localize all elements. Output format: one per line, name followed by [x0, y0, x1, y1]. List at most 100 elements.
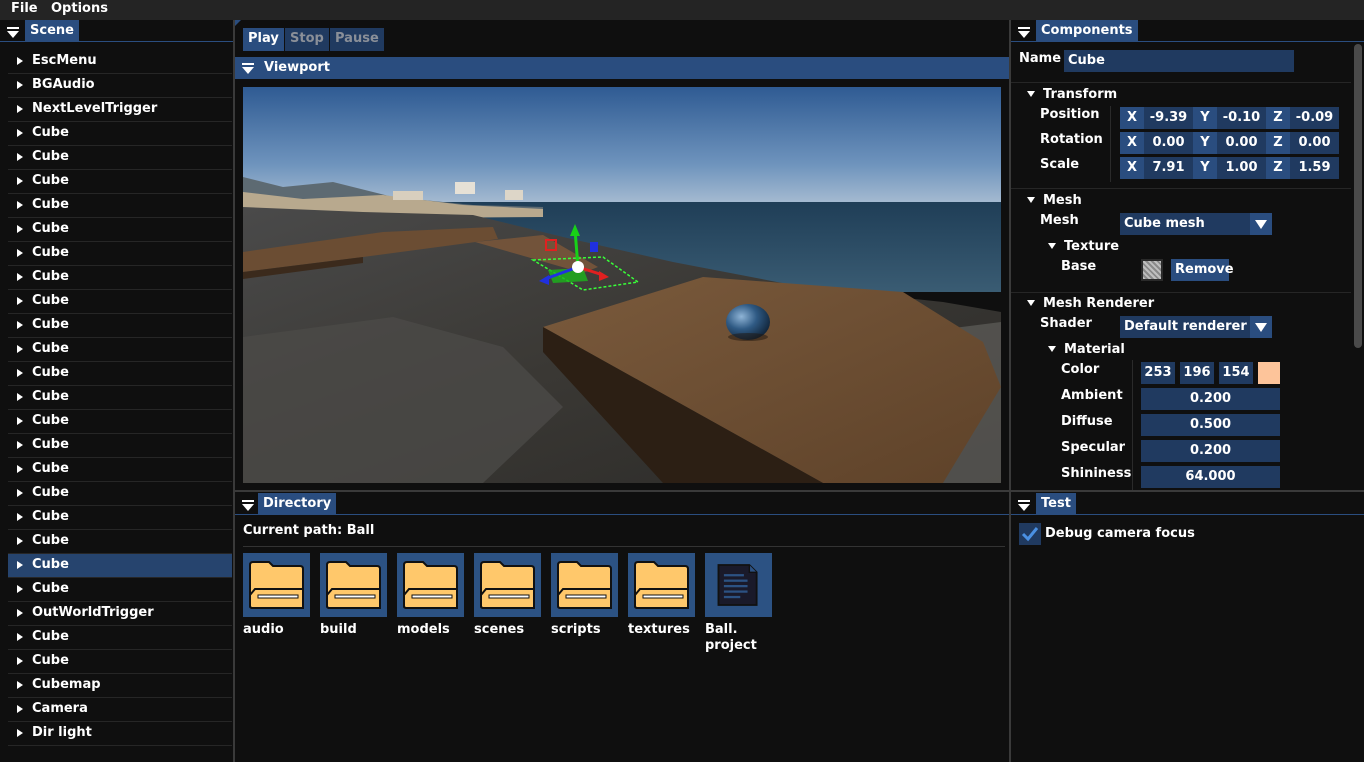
scene-item[interactable]: Dir light: [8, 722, 232, 746]
scale-x-input[interactable]: 7.91: [1144, 157, 1193, 179]
chevron-right-icon[interactable]: [17, 129, 23, 137]
scene-item[interactable]: Cube: [8, 434, 232, 458]
shininess-input[interactable]: 64.000: [1141, 466, 1280, 488]
chevron-right-icon[interactable]: [17, 609, 23, 617]
mesh-select[interactable]: Cube mesh: [1120, 213, 1250, 235]
chevron-right-icon[interactable]: [17, 369, 23, 377]
chevron-right-icon[interactable]: [17, 465, 23, 473]
chevron-right-icon[interactable]: [17, 177, 23, 185]
scene-item[interactable]: OutWorldTrigger: [8, 602, 232, 626]
chevron-right-icon[interactable]: [17, 225, 23, 233]
scene-item[interactable]: Camera: [8, 698, 232, 722]
position-z-input[interactable]: -0.09: [1290, 107, 1339, 129]
scene-item[interactable]: Cube: [8, 314, 232, 338]
collapse-icon[interactable]: [242, 504, 254, 511]
chevron-down-icon[interactable]: [1250, 213, 1272, 235]
folder-item[interactable]: [474, 553, 541, 617]
scene-item[interactable]: Cube: [8, 122, 232, 146]
scene-item[interactable]: Cube: [8, 218, 232, 242]
chevron-right-icon[interactable]: [17, 81, 23, 89]
rotation-z-input[interactable]: 0.00: [1290, 132, 1339, 154]
chevron-right-icon[interactable]: [17, 585, 23, 593]
texture-thumbnail[interactable]: [1141, 259, 1163, 281]
scene-item[interactable]: Cube: [8, 242, 232, 266]
folder-item[interactable]: [628, 553, 695, 617]
viewport-render[interactable]: [243, 87, 1001, 483]
ambient-input[interactable]: 0.200: [1141, 388, 1280, 410]
expand-icon[interactable]: [1048, 346, 1056, 352]
scene-item[interactable]: Cube: [8, 170, 232, 194]
scene-item[interactable]: NextLevelTrigger: [8, 98, 232, 122]
scale-z-input[interactable]: 1.59: [1290, 157, 1339, 179]
position-x-input[interactable]: -9.39: [1144, 107, 1193, 129]
chevron-right-icon[interactable]: [17, 657, 23, 665]
chevron-down-icon[interactable]: [1250, 316, 1272, 338]
chevron-right-icon[interactable]: [17, 297, 23, 305]
scene-item[interactable]: Cube: [8, 506, 232, 530]
chevron-right-icon[interactable]: [17, 441, 23, 449]
scene-item[interactable]: EscMenu: [8, 50, 232, 74]
expand-icon[interactable]: [1027, 197, 1035, 203]
debug-camera-checkbox[interactable]: [1019, 523, 1041, 545]
scene-item[interactable]: Cube: [8, 458, 232, 482]
chevron-right-icon[interactable]: [17, 345, 23, 353]
scale-y-input[interactable]: 1.00: [1217, 157, 1266, 179]
scene-item[interactable]: Cube: [8, 386, 232, 410]
scene-item[interactable]: BGAudio: [8, 74, 232, 98]
rotation-y-input[interactable]: 0.00: [1217, 132, 1266, 154]
scene-item[interactable]: Cube: [8, 410, 232, 434]
position-y-input[interactable]: -0.10: [1217, 107, 1266, 129]
scene-item[interactable]: Cube: [8, 650, 232, 674]
chevron-right-icon[interactable]: [17, 489, 23, 497]
collapse-icon[interactable]: [7, 31, 19, 38]
project-file-item[interactable]: [705, 553, 772, 617]
chevron-right-icon[interactable]: [17, 537, 23, 545]
play-button[interactable]: Play: [243, 28, 284, 51]
chevron-right-icon[interactable]: [17, 249, 23, 257]
scene-item[interactable]: Cube: [8, 554, 232, 578]
expand-icon[interactable]: [1027, 300, 1035, 306]
color-r-input[interactable]: 253: [1141, 362, 1175, 384]
diffuse-input[interactable]: 0.500: [1141, 414, 1280, 436]
chevron-right-icon[interactable]: [17, 105, 23, 113]
folder-item[interactable]: [320, 553, 387, 617]
scene-item[interactable]: Cube: [8, 530, 232, 554]
pause-button[interactable]: Pause: [330, 28, 384, 51]
chevron-right-icon[interactable]: [17, 681, 23, 689]
chevron-right-icon[interactable]: [17, 561, 23, 569]
color-g-input[interactable]: 196: [1180, 362, 1214, 384]
chevron-right-icon[interactable]: [17, 417, 23, 425]
chevron-right-icon[interactable]: [17, 705, 23, 713]
remove-texture-button[interactable]: Remove: [1171, 259, 1234, 281]
scene-item[interactable]: Cube: [8, 626, 232, 650]
chevron-right-icon[interactable]: [17, 273, 23, 281]
chevron-right-icon[interactable]: [17, 153, 23, 161]
scene-item[interactable]: Cube: [8, 482, 232, 506]
chevron-right-icon[interactable]: [17, 633, 23, 641]
scene-item[interactable]: Cube: [8, 146, 232, 170]
folder-item[interactable]: [243, 553, 310, 617]
menu-options[interactable]: Options: [51, 1, 108, 16]
name-input[interactable]: Cube: [1064, 50, 1294, 72]
expand-icon[interactable]: [1027, 91, 1035, 97]
scene-item[interactable]: Cubemap: [8, 674, 232, 698]
chevron-right-icon[interactable]: [17, 513, 23, 521]
rotation-x-input[interactable]: 0.00: [1144, 132, 1193, 154]
folder-item[interactable]: [397, 553, 464, 617]
color-swatch[interactable]: [1258, 362, 1280, 384]
specular-input[interactable]: 0.200: [1141, 440, 1280, 462]
collapse-icon[interactable]: [1018, 504, 1030, 511]
scene-item[interactable]: Cube: [8, 266, 232, 290]
folder-item[interactable]: [551, 553, 618, 617]
scene-item[interactable]: Cube: [8, 338, 232, 362]
scene-item[interactable]: Cube: [8, 194, 232, 218]
scene-item[interactable]: Cube: [8, 578, 232, 602]
components-scrollbar[interactable]: [1354, 44, 1362, 348]
menu-file[interactable]: File: [11, 1, 38, 16]
scene-item[interactable]: Cube: [8, 290, 232, 314]
expand-icon[interactable]: [1048, 243, 1056, 249]
collapse-icon[interactable]: [1018, 31, 1030, 38]
shader-select[interactable]: Default renderer: [1120, 316, 1250, 338]
chevron-right-icon[interactable]: [17, 393, 23, 401]
chevron-right-icon[interactable]: [17, 729, 23, 737]
